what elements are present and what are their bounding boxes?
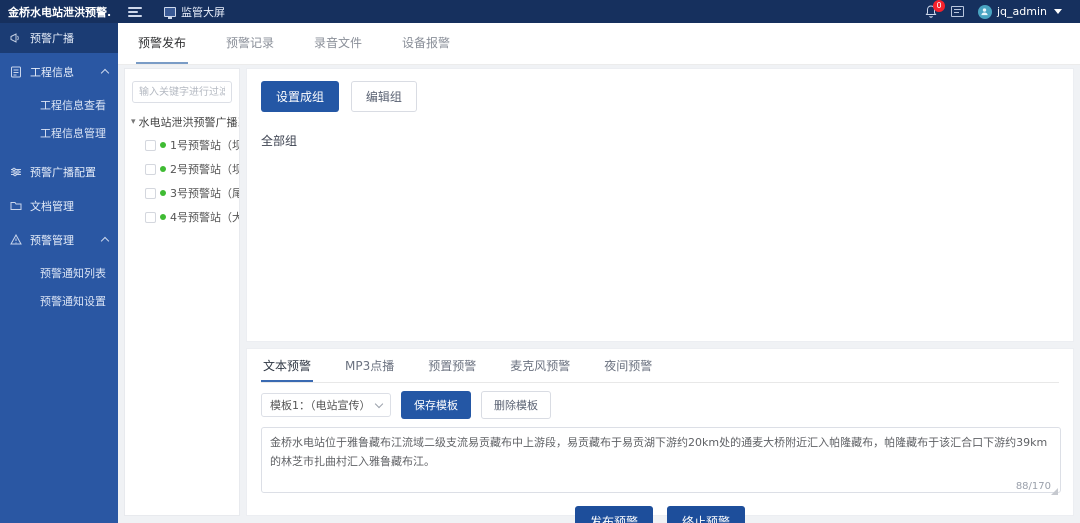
tree-filter-input[interactable] [132, 81, 232, 103]
tab-preset-warning[interactable]: 预置预警 [426, 349, 478, 382]
settings-icon [10, 166, 22, 178]
sidebar-item-label: 工程信息管理 [40, 125, 106, 141]
warning-text-input[interactable]: 金桥水电站位于雅鲁藏布江流域二级支流易贡藏布中上游段，易贡藏布于易贡湖下游约20… [261, 427, 1061, 493]
checkbox[interactable] [145, 212, 156, 223]
set-group-button[interactable]: 设置成组 [261, 81, 339, 112]
supervision-screen-link[interactable]: 监管大屏 [164, 4, 225, 20]
all-groups-label: 全部组 [261, 132, 1059, 149]
chevron-down-icon [375, 399, 383, 407]
online-status-dot [160, 190, 166, 196]
sidebar-item-label: 预警广播 [30, 30, 74, 46]
alert-icon [10, 234, 22, 246]
sidebar-item-project-info[interactable]: 工程信息 [0, 57, 118, 87]
online-status-dot [160, 166, 166, 172]
topbar-right: 0 jq_admin [925, 5, 1080, 19]
station-label: 3号预警站（尾水 [170, 185, 239, 201]
tree-root-label: 水电站泄洪预警广播系统 [139, 114, 239, 130]
chevron-up-icon [101, 237, 109, 245]
top-bar: 金桥水电站泄洪预警... 监管大屏 0 jq_admin [0, 0, 1080, 23]
stop-warning-button[interactable]: 终止预警 [667, 506, 745, 523]
char-counter: 88/170 [1012, 481, 1051, 492]
checkbox[interactable] [145, 188, 156, 199]
menu-collapse-icon[interactable] [128, 7, 142, 17]
template-row: 模板1：（电站宣传） 保存模板 删除模板 [261, 391, 1059, 419]
sidebar-item-label: 文档管理 [30, 198, 74, 214]
warning-manage-submenu: 预警通知列表 预警通知设置 [0, 255, 118, 321]
sidebar-item-label: 预警通知列表 [40, 265, 106, 281]
tab-warning-publish[interactable]: 预警发布 [136, 22, 188, 64]
checkbox[interactable] [145, 140, 156, 151]
tab-text-warning[interactable]: 文本预警 [261, 349, 313, 382]
template-selected-value: 模板1：（电站宣传） [270, 397, 371, 413]
sidebar-item-warning-manage[interactable]: 预警管理 [0, 225, 118, 255]
tab-warning-records[interactable]: 预警记录 [224, 22, 276, 64]
online-status-dot [160, 214, 166, 220]
broadcast-panel: 文本预警 MP3点播 预置预警 麦克风预警 夜间预警 模板1：（电站宣传） 保存… [246, 348, 1074, 516]
warning-text-wrap: 金桥水电站位于雅鲁藏布江流域二级支流易贡藏布中上游段，易贡藏布于易贡湖下游约20… [261, 427, 1059, 496]
publish-warning-button[interactable]: 发布预警 [575, 506, 653, 523]
monitor-icon [164, 7, 176, 17]
avatar [978, 5, 992, 19]
tab-mp3-play[interactable]: MP3点播 [343, 349, 396, 382]
sidebar-item-label: 预警管理 [30, 232, 74, 248]
sidebar-item-label: 预警通知设置 [40, 293, 106, 309]
broadcast-icon [10, 32, 22, 44]
notification-bell-icon[interactable]: 0 [925, 5, 937, 18]
sidebar-item-label: 工程信息 [30, 64, 74, 80]
tree-node-station-3[interactable]: 3号预警站（尾水 [125, 181, 239, 205]
app-title: 金桥水电站泄洪预警... [8, 4, 112, 20]
online-status-dot [160, 142, 166, 148]
app-window: 金桥水电站泄洪预警... 监管大屏 0 jq_admin [0, 0, 1080, 523]
chevron-down-icon [1054, 9, 1062, 14]
sidebar-item-warning-notice-settings[interactable]: 预警通知设置 [0, 287, 118, 315]
user-menu[interactable]: jq_admin [978, 5, 1062, 19]
resize-handle-icon[interactable] [1051, 488, 1058, 495]
station-label: 1号预警站（坝上 [170, 137, 239, 153]
sidebar-item-project-info-view[interactable]: 工程信息查看 [0, 91, 118, 119]
sidebar-item-project-info-manage[interactable]: 工程信息管理 [0, 119, 118, 147]
tab-mic-warning[interactable]: 麦克风预警 [508, 349, 572, 382]
tree-node-station-1[interactable]: 1号预警站（坝上 [125, 133, 239, 157]
sidebar-item-warning-notice-list[interactable]: 预警通知列表 [0, 259, 118, 287]
tree-expand-icon[interactable]: ▾ [131, 117, 136, 127]
tree-root-node[interactable]: ▾ 水电站泄洪预警广播系统 [125, 111, 239, 133]
project-info-submenu: 工程信息查看 工程信息管理 [0, 87, 118, 153]
sidebar-item-label: 工程信息查看 [40, 97, 106, 113]
action-row: 发布预警 终止预警 [261, 506, 1059, 523]
edit-group-button[interactable]: 编辑组 [351, 81, 417, 112]
sidebar: 预警广播 工程信息 工程信息查看 工程信息管理 预警广播配置 文档管理 预警管理 [0, 23, 118, 523]
tab-device-alarms[interactable]: 设备报警 [400, 22, 452, 64]
sidebar-item-label: 预警广播配置 [30, 164, 96, 180]
sidebar-item-doc-manage[interactable]: 文档管理 [0, 191, 118, 221]
username: jq_admin [997, 5, 1047, 18]
save-template-button[interactable]: 保存模板 [401, 391, 471, 419]
checkbox[interactable] [145, 164, 156, 175]
document-icon [10, 66, 22, 78]
broadcast-tabs: 文本预警 MP3点播 预置预警 麦克风预警 夜间预警 [261, 349, 1059, 383]
layout-switch-icon[interactable] [951, 6, 964, 17]
sidebar-item-warning-broadcast[interactable]: 预警广播 [0, 23, 118, 53]
sidebar-item-broadcast-config[interactable]: 预警广播配置 [0, 157, 118, 187]
station-label: 4号预警站（大坝 [170, 209, 239, 225]
tree-node-station-2[interactable]: 2号预警站（坝下 [125, 157, 239, 181]
notification-badge: 0 [933, 0, 945, 12]
station-tree-panel: ▾ 水电站泄洪预警广播系统 1号预警站（坝上 2号预警站（坝下 3号预警站（尾水 [124, 68, 240, 516]
main-content: 预警发布 预警记录 录音文件 设备报警 ▾ 水电站泄洪预警广播系统 1号预警站（… [118, 23, 1080, 523]
group-panel: 设置成组 编辑组 全部组 [246, 68, 1074, 342]
logo-area: 金桥水电站泄洪预警... [0, 0, 118, 23]
tab-night-warning[interactable]: 夜间预警 [602, 349, 654, 382]
folder-icon [10, 200, 22, 212]
delete-template-button[interactable]: 删除模板 [481, 391, 551, 419]
supervision-screen-label: 监管大屏 [181, 4, 225, 20]
chevron-up-icon [101, 69, 109, 77]
station-label: 2号预警站（坝下 [170, 161, 239, 177]
tree-node-station-4[interactable]: 4号预警站（大坝 [125, 205, 239, 229]
tab-recording-files[interactable]: 录音文件 [312, 22, 364, 64]
main-tabs: 预警发布 预警记录 录音文件 设备报警 [118, 23, 1080, 65]
template-select[interactable]: 模板1：（电站宣传） [261, 393, 391, 417]
